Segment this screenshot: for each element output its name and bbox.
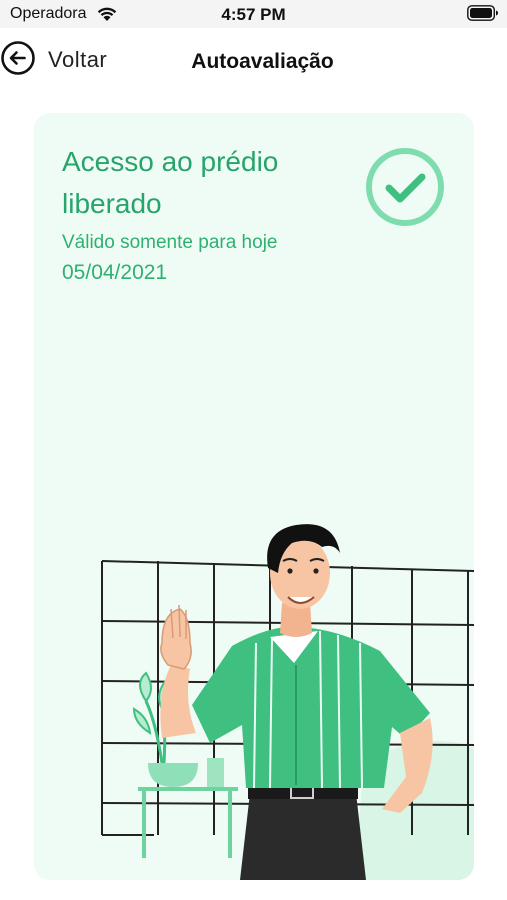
battery-icon (467, 5, 499, 26)
plant-pot (148, 763, 198, 787)
shelf (138, 787, 238, 858)
navigation-bar: Voltar Autoavaliação (0, 28, 507, 98)
small-box (207, 758, 224, 787)
status-bar: Operadora 4:57 PM (0, 0, 507, 28)
status-time: 4:57 PM (221, 5, 286, 24)
access-status-card: Acesso ao prédio liberado Válido somente… (34, 113, 474, 880)
validity-date: 05/04/2021 (62, 261, 168, 284)
validity-text: Válido somente para hoje (62, 232, 278, 253)
access-status-title: Acesso ao prédio liberado (62, 146, 279, 219)
person-pants (240, 793, 366, 880)
person-raised-arm (160, 663, 196, 738)
welcome-illustration (101, 524, 474, 880)
page-title: Autoavaliação (191, 50, 334, 73)
check-circle-icon (364, 146, 446, 233)
